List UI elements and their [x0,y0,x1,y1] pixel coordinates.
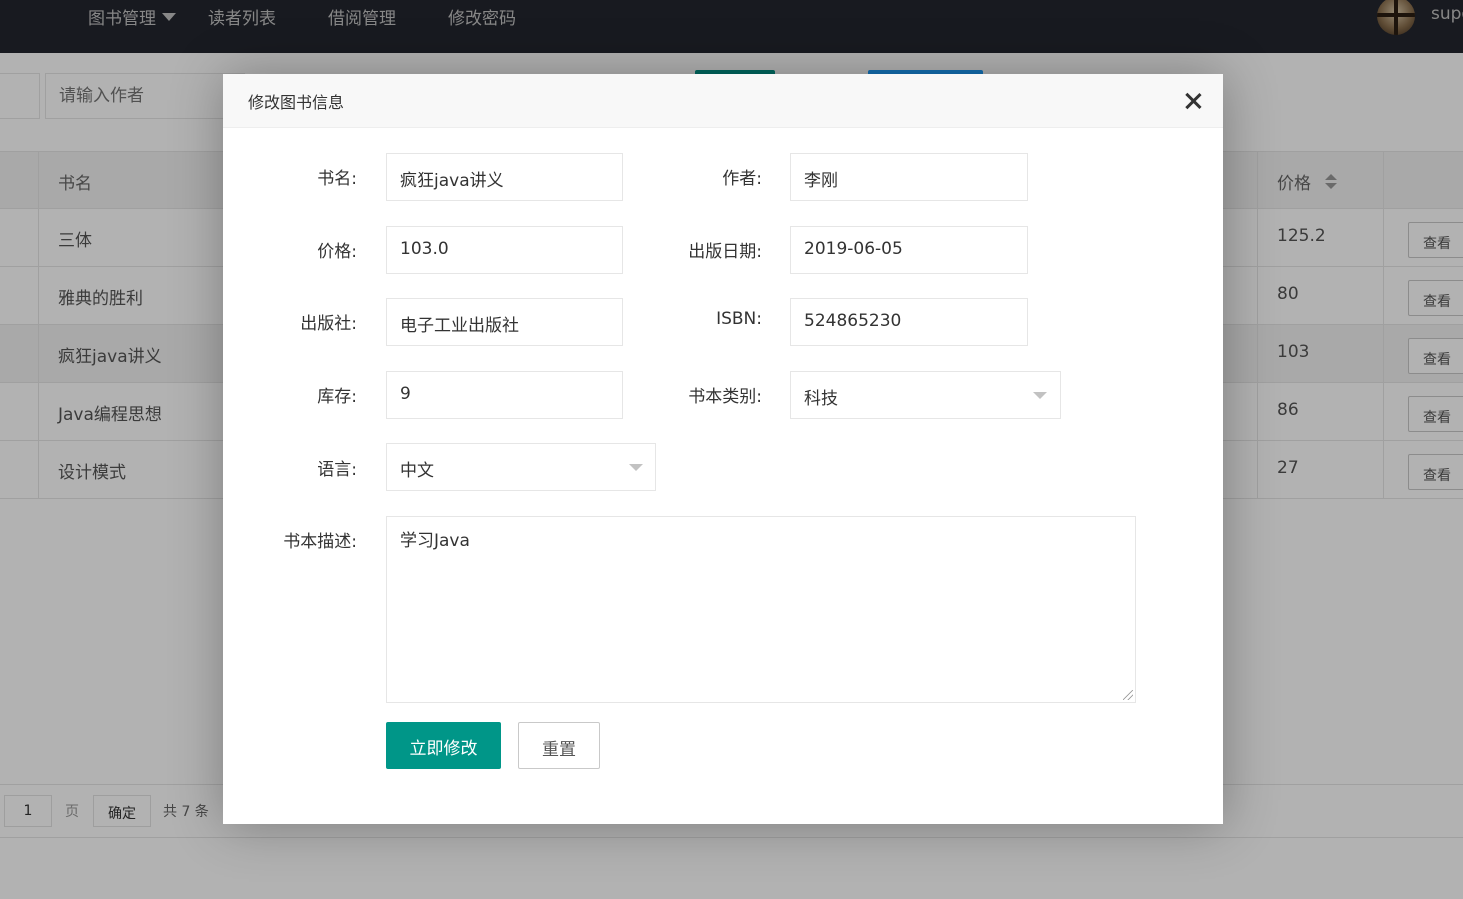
description-textarea[interactable]: 学习Java [386,516,1136,703]
author-input[interactable]: 李刚 [790,153,1028,201]
book-name-input[interactable]: 疯狂java讲义 [386,153,623,201]
label-book-name: 书名: [317,169,357,189]
select-arrow-icon [629,464,643,471]
stock-input[interactable]: 9 [386,371,623,419]
label-price: 价格: [317,242,357,262]
category-select[interactable]: 科技 [790,371,1061,419]
label-isbn: ISBN: [716,309,762,329]
close-icon[interactable] [1183,91,1203,111]
publisher-input[interactable]: 电子工业出版社 [386,298,623,346]
label-author: 作者: [722,169,762,189]
dialog-title: 修改图书信息 [248,93,345,112]
label-language: 语言: [317,460,357,480]
submit-button[interactable]: 立即修改 [386,722,501,769]
reset-button[interactable]: 重置 [518,722,600,769]
resize-grip-icon[interactable] [1123,690,1133,700]
pub-date-input[interactable]: 2019-06-05 [790,226,1028,274]
description-value: 学习Java [400,531,470,551]
label-description: 书本描述: [283,532,357,552]
price-input[interactable]: 103.0 [386,226,623,274]
isbn-input[interactable]: 524865230 [790,298,1028,346]
label-stock: 库存: [317,387,357,407]
label-publisher: 出版社: [300,314,357,334]
language-select[interactable]: 中文 [386,443,656,491]
label-pub-date: 出版日期: [688,242,762,262]
edit-book-dialog: 修改图书信息 书名: 疯狂java讲义 作者: 李刚 价格: 103.0 出版日… [223,74,1223,824]
select-arrow-icon [1033,392,1047,399]
dialog-header: 修改图书信息 [223,74,1223,128]
language-select-value: 中文 [400,461,434,481]
category-select-value: 科技 [804,389,838,409]
label-category: 书本类别: [688,387,762,407]
